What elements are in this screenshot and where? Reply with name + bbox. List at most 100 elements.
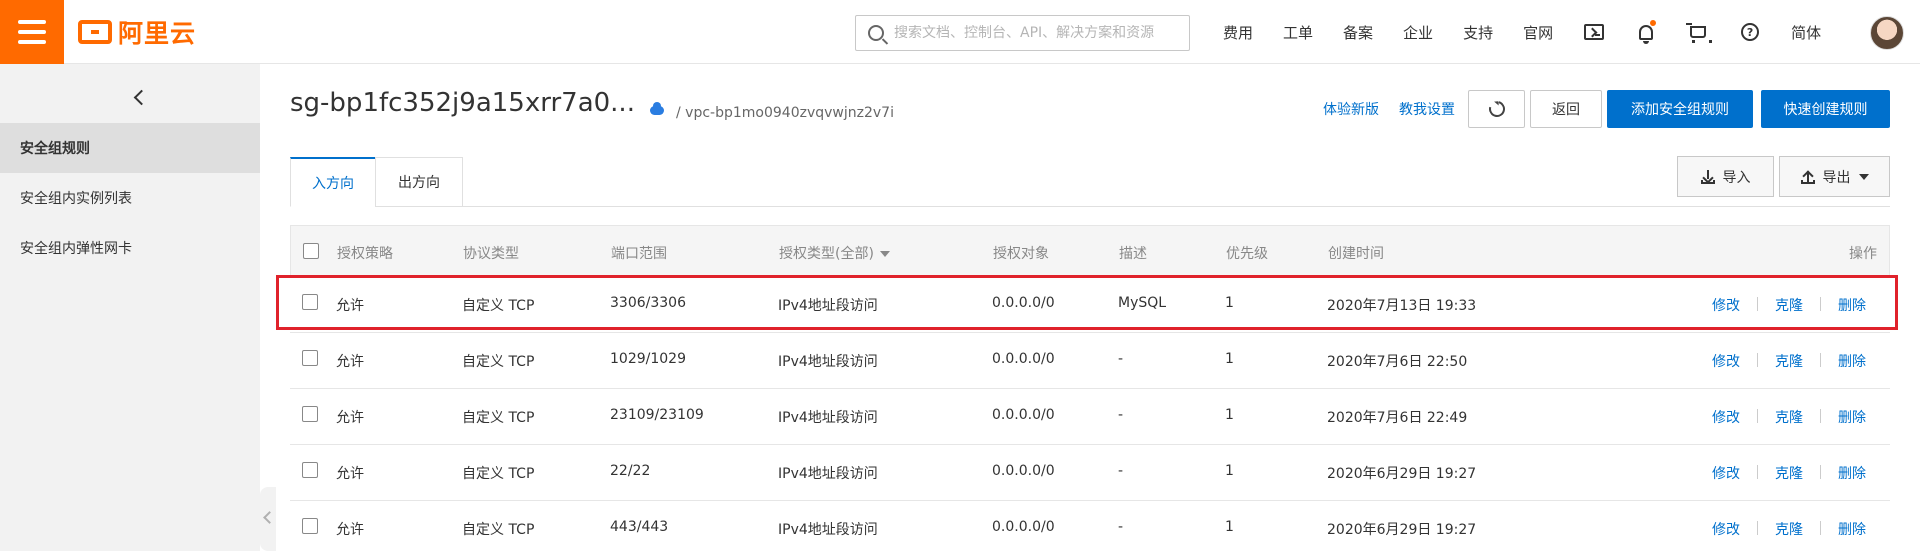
- edit-link[interactable]: 修改: [1712, 463, 1740, 483]
- edit-link[interactable]: 修改: [1712, 351, 1740, 371]
- refresh-icon: [1485, 98, 1508, 120]
- cell-priority: 1: [1225, 463, 1234, 479]
- delete-link[interactable]: 删除: [1838, 463, 1866, 483]
- chevron-down-icon: [1858, 173, 1869, 180]
- export-button[interactable]: 导出: [1779, 156, 1890, 197]
- col-protocol: 协议类型: [463, 246, 519, 262]
- table-row: 允许 自定义 TCP 22/22 IPv4地址段访问 0.0.0.0/0 - 1…: [290, 445, 1890, 501]
- cell-policy: 允许: [336, 354, 364, 370]
- action-separator: [1757, 409, 1758, 423]
- clone-link[interactable]: 克隆: [1775, 351, 1803, 371]
- sidebar-fold-handle[interactable]: [260, 487, 276, 551]
- aliyun-logo[interactable]: 阿里云: [78, 16, 196, 48]
- try-new-version-link[interactable]: 体验新版: [1323, 99, 1379, 119]
- add-rule-button[interactable]: 添加安全组规则: [1607, 90, 1753, 128]
- action-separator: [1820, 521, 1821, 535]
- edit-link[interactable]: 修改: [1712, 519, 1740, 539]
- row-checkbox[interactable]: [302, 462, 318, 478]
- back-button[interactable]: 返回: [1530, 90, 1602, 128]
- teach-me-link[interactable]: 教我设置: [1399, 99, 1455, 119]
- hamburger-menu-icon[interactable]: [0, 0, 64, 64]
- notification-button[interactable]: [1620, 0, 1672, 64]
- table-row: 允许 自定义 TCP 3306/3306 IPv4地址段访问 0.0.0.0/0…: [290, 277, 1890, 333]
- import-button[interactable]: 导入: [1677, 156, 1774, 197]
- sidebar-item-instances[interactable]: 安全组内实例列表: [0, 173, 260, 223]
- cart-button[interactable]: [1672, 0, 1724, 64]
- quick-create-button[interactable]: 快速创建规则: [1761, 90, 1890, 128]
- cell-object: 0.0.0.0/0: [992, 463, 1055, 479]
- cell-desc: -: [1118, 407, 1124, 423]
- avatar[interactable]: [1870, 16, 1904, 50]
- cell-created: 2020年6月29日 19:27: [1327, 522, 1477, 538]
- select-all-checkbox[interactable]: [303, 243, 319, 259]
- import-label: 导入: [1722, 169, 1751, 186]
- nav-icp[interactable]: 备案: [1328, 22, 1388, 43]
- col-object: 授权对象: [993, 246, 1049, 262]
- sidebar-item-rules[interactable]: 安全组规则: [0, 123, 260, 173]
- table-row: 允许 自定义 TCP 23109/23109 IPv4地址段访问 0.0.0.0…: [290, 389, 1890, 445]
- col-priority: 优先级: [1226, 246, 1268, 262]
- cell-protocol: 自定义 TCP: [462, 466, 535, 482]
- cell-policy: 允许: [336, 298, 364, 314]
- row-checkbox[interactable]: [302, 406, 318, 422]
- cloud-icon[interactable]: [650, 102, 664, 115]
- cell-policy: 允许: [336, 410, 364, 426]
- aliyun-logo-icon: [78, 20, 112, 44]
- edit-link[interactable]: 修改: [1712, 407, 1740, 427]
- delete-link[interactable]: 删除: [1838, 519, 1866, 539]
- delete-link[interactable]: 删除: [1838, 295, 1866, 315]
- cell-created: 2020年6月29日 19:27: [1327, 466, 1477, 482]
- cell-auth-type: IPv4地址段访问: [778, 298, 878, 314]
- cell-desc: -: [1118, 351, 1124, 367]
- language-switch[interactable]: 简体: [1776, 22, 1836, 43]
- bell-icon: [1639, 24, 1654, 44]
- cell-port: 22/22: [610, 463, 651, 479]
- nav-fees[interactable]: 费用: [1208, 22, 1268, 43]
- edit-link[interactable]: 修改: [1712, 295, 1740, 315]
- cell-policy: 允许: [336, 466, 364, 482]
- col-auth-type-filter[interactable]: 授权类型(全部): [779, 243, 890, 263]
- cell-auth-type: IPv4地址段访问: [778, 466, 878, 482]
- cell-port: 1029/1029: [610, 351, 686, 367]
- help-button[interactable]: ?: [1724, 0, 1776, 64]
- nav-support[interactable]: 支持: [1448, 22, 1508, 43]
- search-input[interactable]: [894, 25, 1184, 41]
- nav-enterprise[interactable]: 企业: [1388, 22, 1448, 43]
- table-row: 允许 自定义 TCP 1029/1029 IPv4地址段访问 0.0.0.0/0…: [290, 333, 1890, 389]
- clone-link[interactable]: 克隆: [1775, 519, 1803, 539]
- row-checkbox[interactable]: [302, 294, 318, 310]
- sidebar-item-enis[interactable]: 安全组内弹性网卡: [0, 223, 260, 273]
- tab-inbound[interactable]: 入方向: [290, 157, 376, 207]
- cell-priority: 1: [1225, 351, 1234, 367]
- col-created: 创建时间: [1328, 246, 1384, 262]
- chevron-left-icon[interactable]: [128, 86, 152, 110]
- export-label: 导出: [1822, 169, 1851, 186]
- row-checkbox[interactable]: [302, 350, 318, 366]
- cell-object: 0.0.0.0/0: [992, 407, 1055, 423]
- search-box[interactable]: [855, 15, 1190, 51]
- action-separator: [1820, 409, 1821, 423]
- col-actions: 操作: [1849, 246, 1877, 262]
- cell-auth-type: IPv4地址段访问: [778, 354, 878, 370]
- action-separator: [1820, 465, 1821, 479]
- cell-created: 2020年7月6日 22:50: [1327, 354, 1468, 370]
- nav-official-site[interactable]: 官网: [1508, 22, 1568, 43]
- clone-link[interactable]: 克隆: [1775, 463, 1803, 483]
- col-policy: 授权策略: [337, 246, 393, 262]
- cell-priority: 1: [1225, 407, 1234, 423]
- cell-auth-type: IPv4地址段访问: [778, 410, 878, 426]
- tab-outbound[interactable]: 出方向: [375, 157, 463, 207]
- row-checkbox[interactable]: [302, 518, 318, 534]
- cell-priority: 1: [1225, 519, 1234, 535]
- logo-text: 阿里云: [118, 19, 197, 48]
- cell-port: 23109/23109: [610, 407, 704, 423]
- cell-desc: -: [1118, 519, 1124, 535]
- clone-link[interactable]: 克隆: [1775, 407, 1803, 427]
- delete-link[interactable]: 删除: [1838, 351, 1866, 371]
- delete-link[interactable]: 删除: [1838, 407, 1866, 427]
- refresh-button[interactable]: [1468, 90, 1525, 128]
- notification-dot: [1650, 20, 1657, 26]
- terminal-button[interactable]: [1568, 0, 1620, 64]
- clone-link[interactable]: 克隆: [1775, 295, 1803, 315]
- nav-tickets[interactable]: 工单: [1268, 22, 1328, 43]
